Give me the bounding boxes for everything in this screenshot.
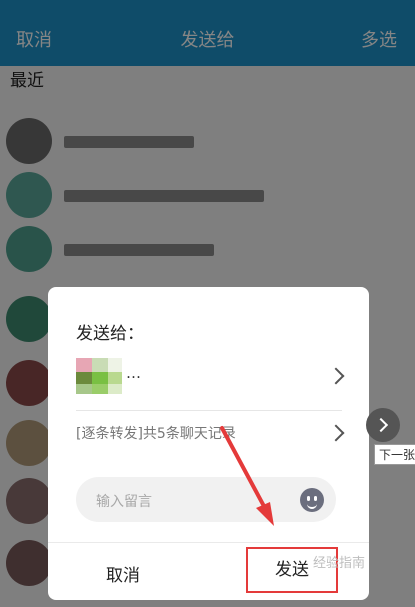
- watermark: 经验指南: [313, 556, 366, 571]
- annotation-arrow: [220, 426, 274, 526]
